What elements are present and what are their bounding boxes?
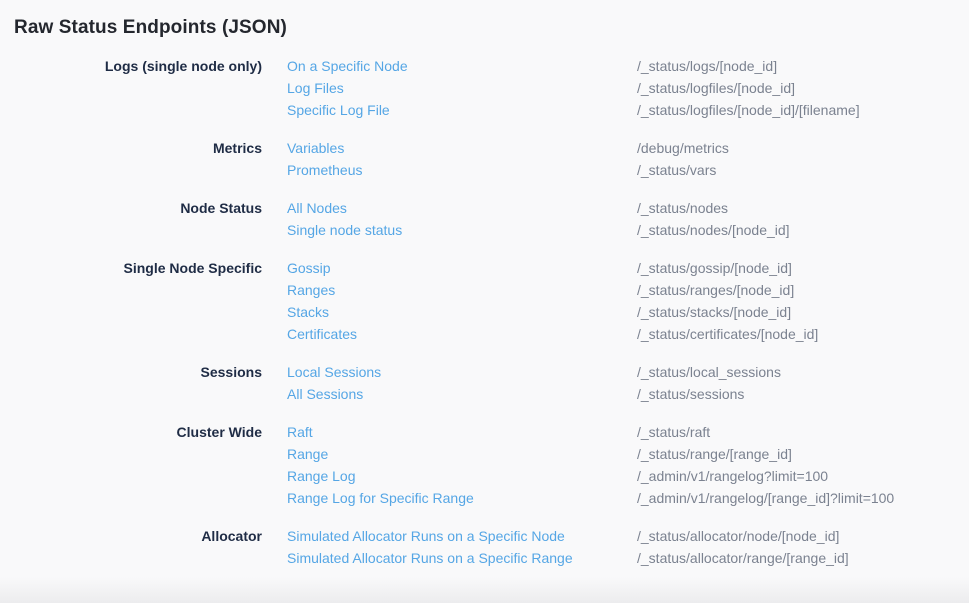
- endpoint-path: /_status/allocator/range/[range_id]: [637, 547, 849, 569]
- endpoint-path: /_status/allocator/node/[node_id]: [637, 525, 839, 547]
- endpoint-link[interactable]: Simulated Allocator Runs on a Specific N…: [287, 525, 637, 547]
- category-label: Sessions: [14, 361, 262, 383]
- endpoint-group: Cluster Wide Raft /_status/raft Range /_…: [14, 421, 969, 509]
- endpoint-row: Local Sessions /_status/local_sessions: [262, 361, 969, 383]
- endpoint-row: Range Log /_admin/v1/rangelog?limit=100: [262, 465, 969, 487]
- entry-list: Local Sessions /_status/local_sessions A…: [262, 361, 969, 405]
- endpoint-group: Node Status All Nodes /_status/nodes Sin…: [14, 197, 969, 241]
- endpoint-row: All Sessions /_status/sessions: [262, 383, 969, 405]
- endpoint-path: /_status/range/[range_id]: [637, 443, 792, 465]
- entry-list: Gossip /_status/gossip/[node_id] Ranges …: [262, 257, 969, 345]
- page-title: Raw Status Endpoints (JSON): [14, 14, 969, 42]
- endpoint-path: /_status/sessions: [637, 383, 744, 405]
- endpoint-link[interactable]: On a Specific Node: [287, 55, 637, 77]
- endpoint-link[interactable]: Range Log for Specific Range: [287, 487, 637, 509]
- endpoint-path: /_status/nodes/[node_id]: [637, 219, 790, 241]
- endpoint-path: /_admin/v1/rangelog?limit=100: [637, 465, 828, 487]
- endpoint-row: Certificates /_status/certificates/[node…: [262, 323, 969, 345]
- endpoint-row: Ranges /_status/ranges/[node_id]: [262, 279, 969, 301]
- endpoint-link[interactable]: Single node status: [287, 219, 637, 241]
- category-label: Cluster Wide: [14, 421, 262, 443]
- endpoint-path: /_status/logfiles/[node_id]: [637, 77, 795, 99]
- endpoint-link[interactable]: Ranges: [287, 279, 637, 301]
- endpoint-group: Single Node Specific Gossip /_status/gos…: [14, 257, 969, 345]
- endpoint-link[interactable]: Specific Log File: [287, 99, 637, 121]
- endpoint-path: /_status/vars: [637, 159, 716, 181]
- category-label: Allocator: [14, 525, 262, 547]
- endpoint-path: /_status/logs/[node_id]: [637, 55, 777, 77]
- entry-list: All Nodes /_status/nodes Single node sta…: [262, 197, 969, 241]
- endpoint-row: Log Files /_status/logfiles/[node_id]: [262, 77, 969, 99]
- endpoint-group: Logs (single node only) On a Specific No…: [14, 55, 969, 121]
- entry-list: Simulated Allocator Runs on a Specific N…: [262, 525, 969, 569]
- endpoint-link[interactable]: Range: [287, 443, 637, 465]
- endpoint-path: /_status/nodes: [637, 197, 728, 219]
- endpoint-path: /debug/metrics: [637, 137, 729, 159]
- endpoint-row: All Nodes /_status/nodes: [262, 197, 969, 219]
- endpoint-row: Prometheus /_status/vars: [262, 159, 969, 181]
- endpoint-link[interactable]: All Sessions: [287, 383, 637, 405]
- endpoint-row: Simulated Allocator Runs on a Specific R…: [262, 547, 969, 569]
- endpoint-row: Variables /debug/metrics: [262, 137, 969, 159]
- endpoint-path: /_admin/v1/rangelog/[range_id]?limit=100: [637, 487, 894, 509]
- endpoint-link[interactable]: Gossip: [287, 257, 637, 279]
- endpoint-link[interactable]: Raft: [287, 421, 637, 443]
- endpoint-link[interactable]: Variables: [287, 137, 637, 159]
- endpoint-row: Raft /_status/raft: [262, 421, 969, 443]
- endpoint-link[interactable]: All Nodes: [287, 197, 637, 219]
- endpoint-row: Specific Log File /_status/logfiles/[nod…: [262, 99, 969, 121]
- endpoint-path: /_status/ranges/[node_id]: [637, 279, 794, 301]
- endpoint-link[interactable]: Range Log: [287, 465, 637, 487]
- endpoint-row: Single node status /_status/nodes/[node_…: [262, 219, 969, 241]
- category-label: Node Status: [14, 197, 262, 219]
- entry-list: Variables /debug/metrics Prometheus /_st…: [262, 137, 969, 181]
- endpoint-path: /_status/certificates/[node_id]: [637, 323, 818, 345]
- endpoint-row: Range Log for Specific Range /_admin/v1/…: [262, 487, 969, 509]
- endpoint-group: Metrics Variables /debug/metrics Prometh…: [14, 137, 969, 181]
- endpoint-link[interactable]: Certificates: [287, 323, 637, 345]
- entry-list: On a Specific Node /_status/logs/[node_i…: [262, 55, 969, 121]
- endpoint-path: /_status/gossip/[node_id]: [637, 257, 792, 279]
- category-label: Logs (single node only): [14, 55, 262, 77]
- endpoint-group: Sessions Local Sessions /_status/local_s…: [14, 361, 969, 405]
- endpoint-row: Stacks /_status/stacks/[node_id]: [262, 301, 969, 323]
- bottom-shade: [0, 577, 969, 603]
- endpoint-link[interactable]: Prometheus: [287, 159, 637, 181]
- endpoint-path: /_status/local_sessions: [637, 361, 781, 383]
- endpoint-path: /_status/raft: [637, 421, 710, 443]
- endpoint-path: /_status/logfiles/[node_id]/[filename]: [637, 99, 860, 121]
- endpoint-link[interactable]: Simulated Allocator Runs on a Specific R…: [287, 547, 637, 569]
- raw-status-endpoints-page: Raw Status Endpoints (JSON) Logs (single…: [0, 0, 969, 569]
- endpoint-row: Range /_status/range/[range_id]: [262, 443, 969, 465]
- category-label: Metrics: [14, 137, 262, 159]
- endpoint-row: Gossip /_status/gossip/[node_id]: [262, 257, 969, 279]
- category-label: Single Node Specific: [14, 257, 262, 279]
- endpoint-link[interactable]: Local Sessions: [287, 361, 637, 383]
- endpoint-groups: Logs (single node only) On a Specific No…: [14, 55, 969, 569]
- endpoint-row: Simulated Allocator Runs on a Specific N…: [262, 525, 969, 547]
- endpoint-path: /_status/stacks/[node_id]: [637, 301, 791, 323]
- endpoint-group: Allocator Simulated Allocator Runs on a …: [14, 525, 969, 569]
- endpoint-link[interactable]: Stacks: [287, 301, 637, 323]
- endpoint-row: On a Specific Node /_status/logs/[node_i…: [262, 55, 969, 77]
- entry-list: Raft /_status/raft Range /_status/range/…: [262, 421, 969, 509]
- endpoint-link[interactable]: Log Files: [287, 77, 637, 99]
